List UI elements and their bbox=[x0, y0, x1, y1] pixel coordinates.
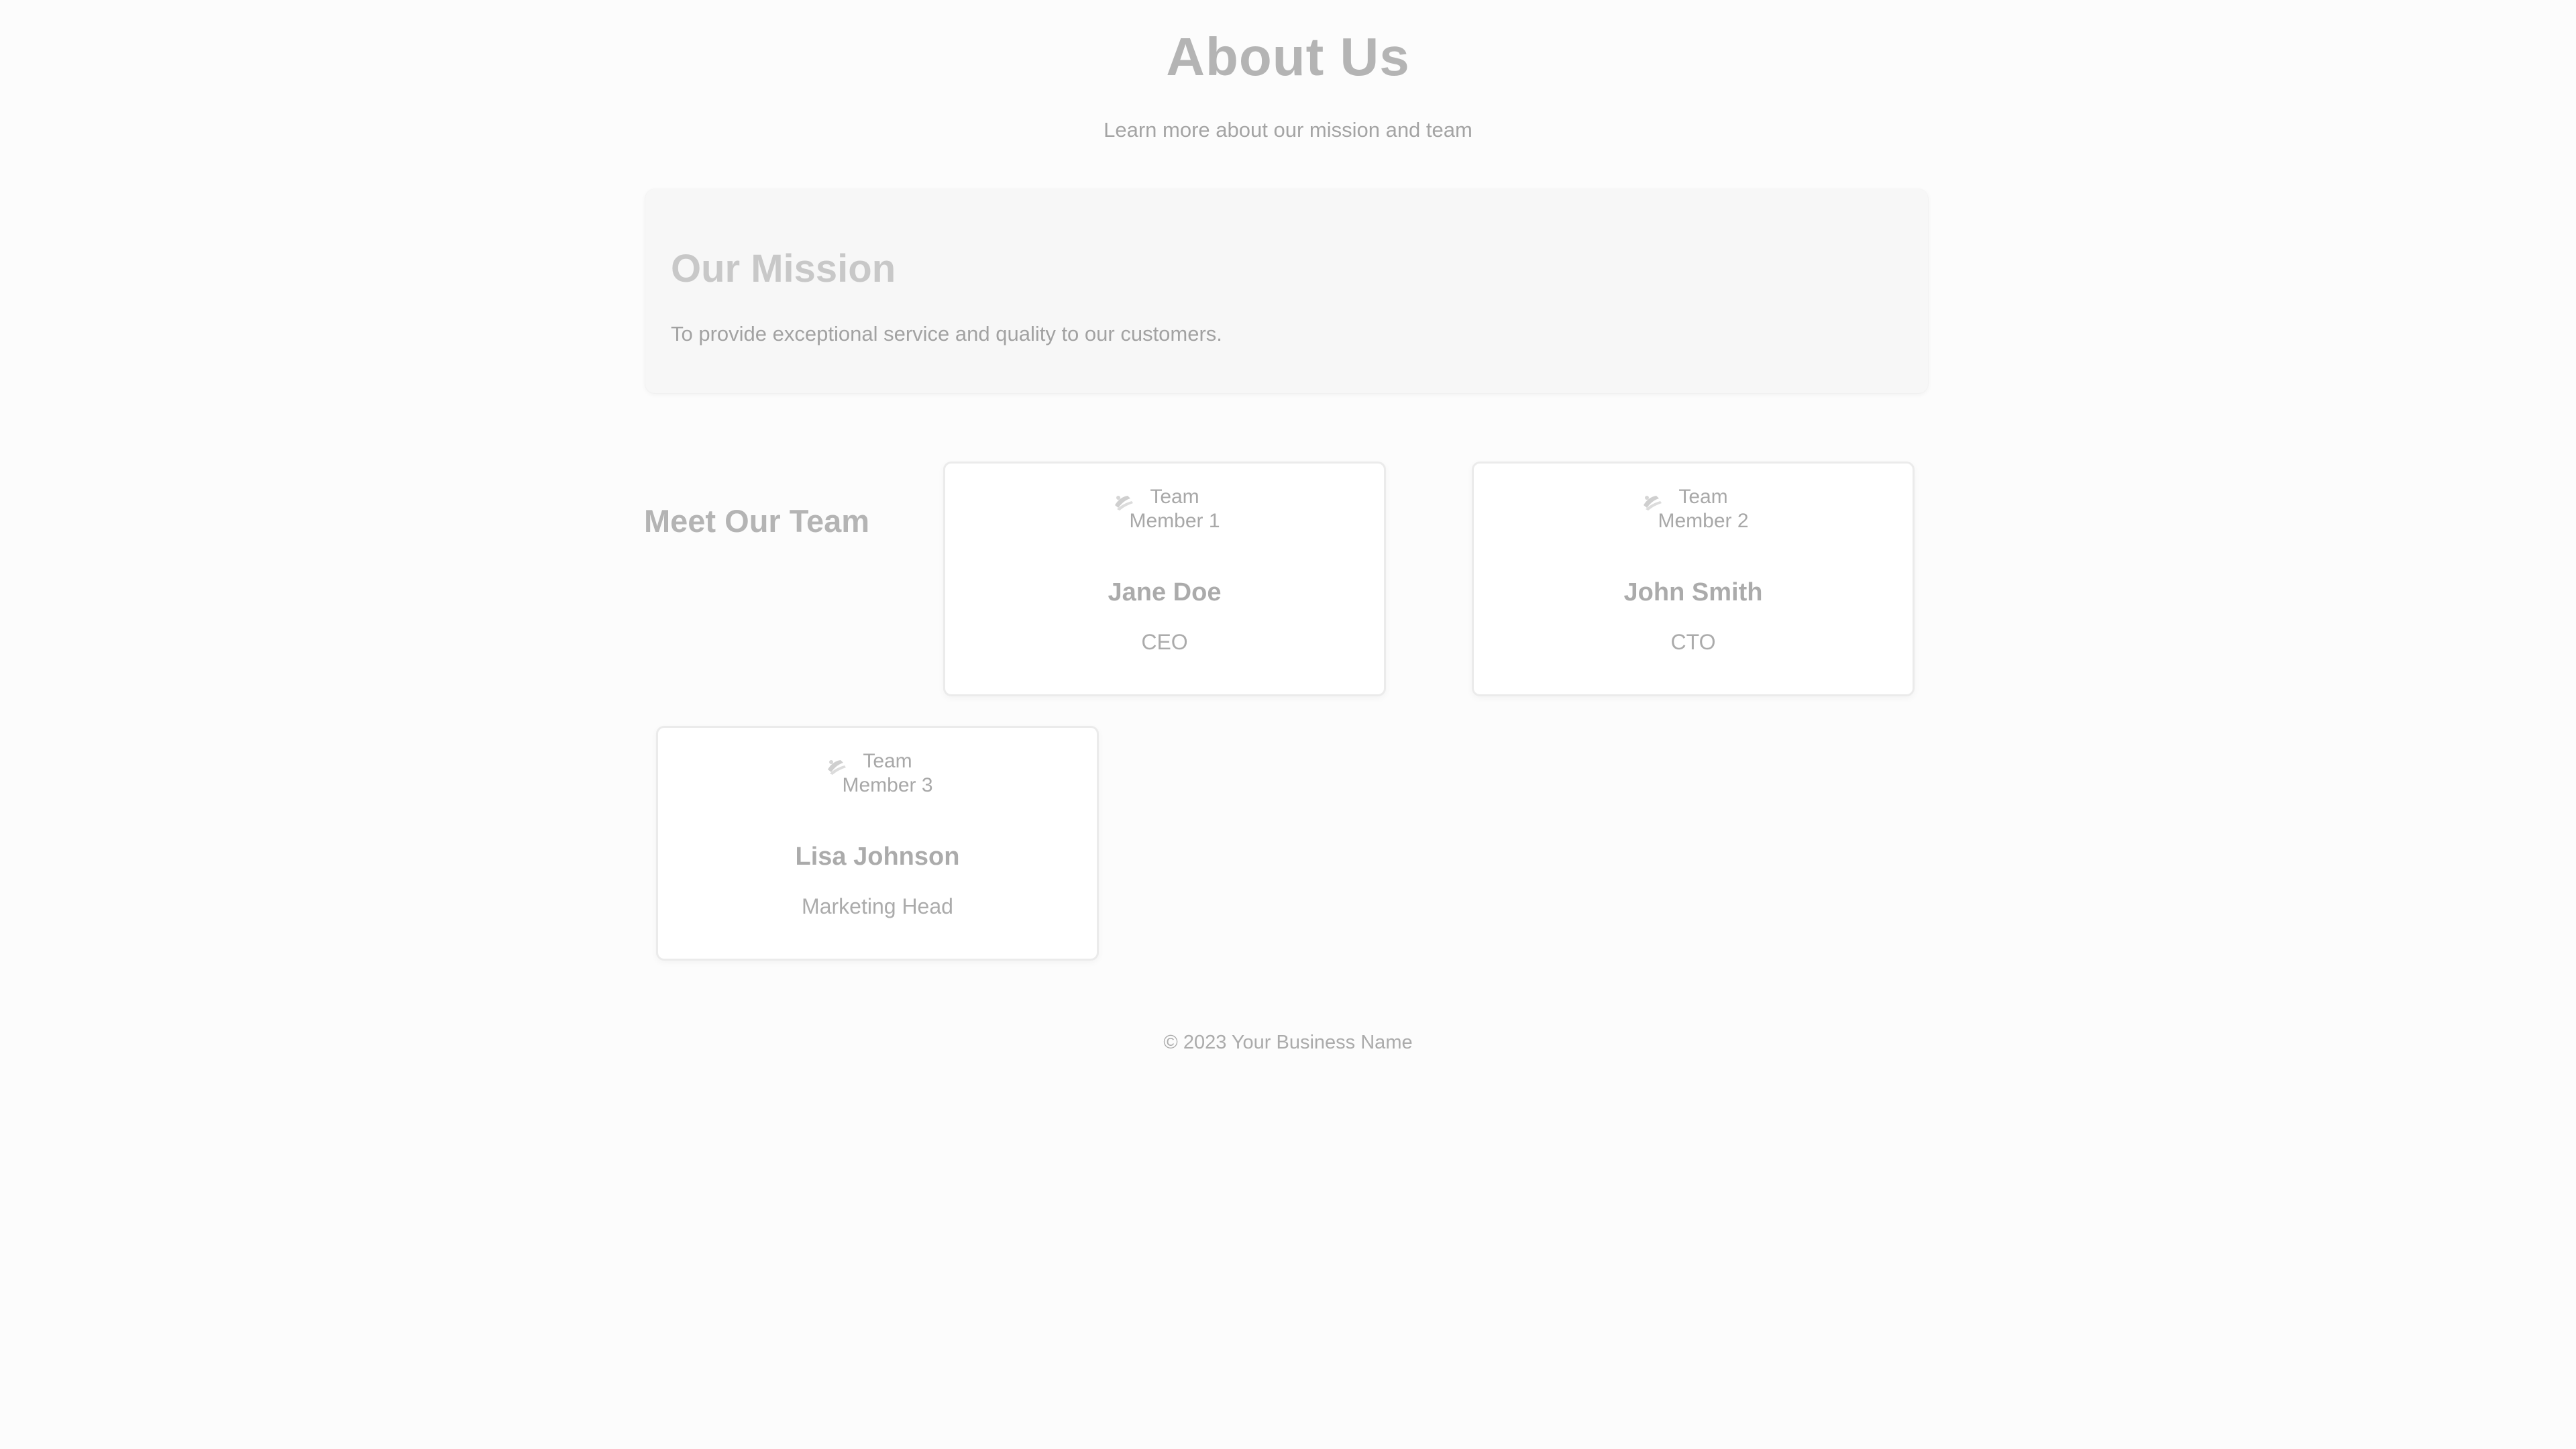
team-member-card: Team Member 1 Jane Doe CEO bbox=[943, 462, 1386, 696]
page-header: About Us Learn more about our mission an… bbox=[0, 27, 2576, 144]
team-member-role: Marketing Head bbox=[802, 894, 953, 918]
about-page: About Us Learn more about our mission an… bbox=[0, 0, 2576, 1449]
team-member-photo-alt: Team Member 2 bbox=[1658, 486, 1749, 532]
page-footer: © 2023 Your Business Name bbox=[0, 1030, 2576, 1055]
copyright-text: © 2023 Your Business Name bbox=[1163, 1032, 1413, 1053]
team-member-card: Team Member 2 John Smith CTO bbox=[1472, 462, 1915, 696]
team-member-photo-alt: Team Member 1 bbox=[1129, 486, 1220, 532]
team-member-card: Team Member 3 Lisa Johnson Marketing Hea… bbox=[656, 726, 1099, 961]
mission-section: Our Mission To provide exceptional servi… bbox=[645, 189, 1928, 393]
mission-text: To provide exceptional service and quali… bbox=[671, 322, 1222, 345]
mission-title: Our Mission bbox=[671, 247, 896, 290]
team-member-role: CTO bbox=[1670, 630, 1716, 654]
page-subtitle: Learn more about our mission and team bbox=[1104, 118, 1472, 142]
team-heading: Meet Our Team bbox=[644, 503, 870, 539]
team-member-photo: Team Member 1 bbox=[1113, 485, 1220, 539]
team-member-photo-alt: Team Member 3 bbox=[842, 750, 933, 796]
team-member-name: Jane Doe bbox=[1108, 578, 1222, 606]
team-member-photo: Team Member 2 bbox=[1642, 485, 1749, 539]
page-title: About Us bbox=[1166, 27, 1410, 87]
team-member-role: CEO bbox=[1141, 630, 1188, 654]
team-member-photo: Team Member 3 bbox=[826, 749, 933, 803]
team-member-name: John Smith bbox=[1623, 578, 1763, 606]
team-member-name: Lisa Johnson bbox=[795, 843, 960, 871]
